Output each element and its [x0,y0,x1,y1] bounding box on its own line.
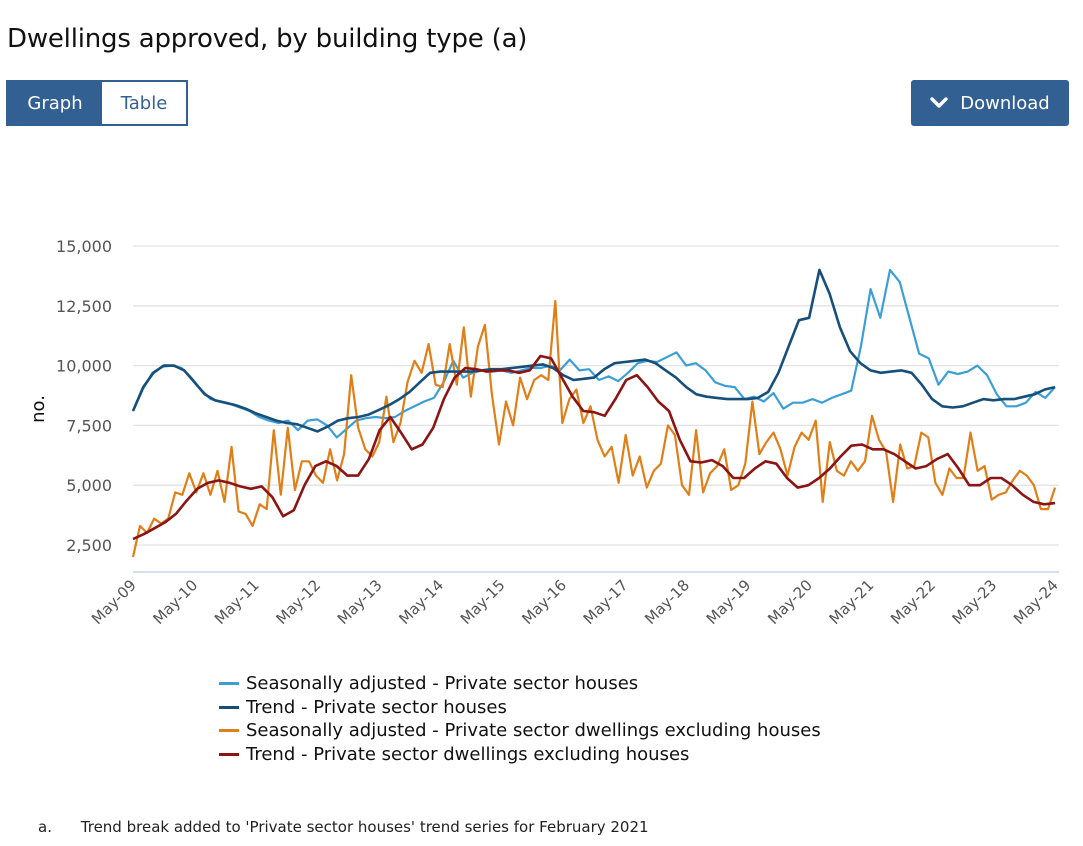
legend-label: Seasonally adjusted - Private sector hou… [246,673,639,694]
legend-label: Trend - Private sector houses [246,696,507,718]
y-tick-label: 2,500 [66,536,112,555]
download-label: Download [960,92,1050,114]
x-tick-label: May-23 [949,576,1001,628]
view-toggle: Graph Table [6,80,188,126]
x-tick-label: May-22 [887,576,939,628]
series-line-sa-other [131,299,1057,558]
chart-legend: Seasonally adjusted - Private sector hou… [219,672,821,766]
x-tick-label: May-12 [272,576,324,628]
x-tick-label: May-17 [580,576,632,628]
legend-item-sa-other[interactable]: Seasonally adjusted - Private sector dwe… [219,719,821,743]
y-tick-label: 10,000 [56,357,112,376]
legend-swatch [219,682,239,686]
legend-swatch [219,705,239,709]
legend-item-trend-other[interactable]: Trend - Private sector dwellings excludi… [219,743,821,767]
tab-table[interactable]: Table [102,82,186,124]
x-tick-label: May-14 [395,576,447,628]
legend-swatch [219,729,239,733]
x-tick-label: May-15 [457,576,509,628]
x-tick-label: May-18 [641,576,693,628]
x-tick-label: May-09 [88,576,140,628]
y-tick-label: 7,500 [66,416,112,435]
x-tick-label: May-16 [518,576,570,628]
x-tick-label: May-11 [211,576,263,628]
tab-graph[interactable]: Graph [8,82,102,124]
legend-swatch [219,752,239,756]
x-tick-label: May-13 [334,576,386,628]
x-tick-label: May-19 [703,576,755,628]
x-tick-label: May-10 [149,576,201,628]
footnote: a. Trend break added to 'Private sector … [38,818,649,836]
y-axis-label: no. [28,395,49,423]
legend-item-trend-houses[interactable]: Trend - Private sector houses [219,696,821,720]
footnote-marker: a. [38,818,52,836]
download-button[interactable]: Download [911,80,1069,126]
series-line-trend-houses [131,268,1056,433]
page-title: Dwellings approved, by building type (a) [7,24,528,54]
footnote-text: Trend break added to 'Private sector hou… [80,818,649,836]
x-tick-label: May-24 [1010,576,1062,628]
legend-label: Trend - Private sector dwellings excludi… [246,743,690,765]
legend-label: Seasonally adjusted - Private sector dwe… [246,720,821,741]
y-tick-label: 12,500 [56,297,112,316]
legend-item-sa-houses[interactable]: Seasonally adjusted - Private sector hou… [219,672,821,696]
x-tick-label: May-21 [826,576,878,628]
y-tick-label: 5,000 [66,476,112,495]
x-tick-label: May-20 [764,576,816,628]
chevron-down-icon [930,97,948,108]
y-tick-label: 15,000 [56,237,112,256]
line-chart: 2,500 5,000 7,500 10,000 12,500 15,000 no. May-… [28,237,1062,628]
